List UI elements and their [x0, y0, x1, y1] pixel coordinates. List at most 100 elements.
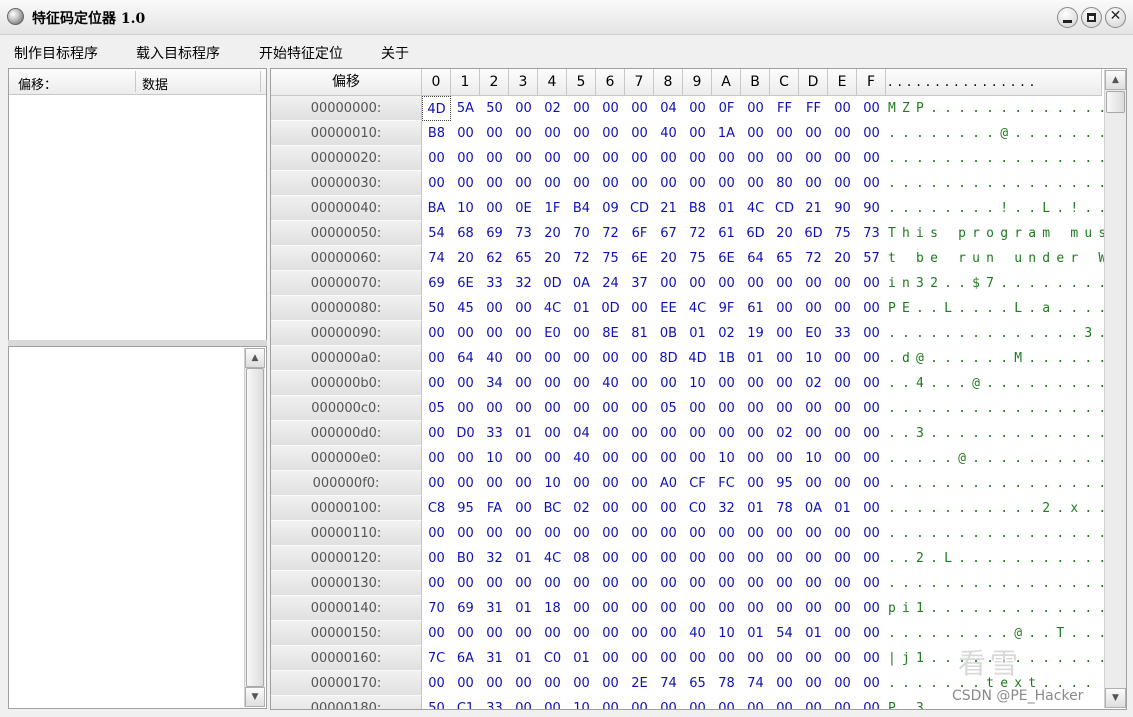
- hex-byte[interactable]: 00: [770, 446, 799, 471]
- hex-byte[interactable]: 00: [799, 471, 828, 496]
- hex-byte[interactable]: 00: [683, 96, 712, 121]
- hex-byte[interactable]: 1B: [712, 346, 741, 371]
- hex-byte[interactable]: 32: [509, 271, 538, 296]
- ascii-text[interactable]: .d@......M......: [888, 346, 1112, 371]
- hex-byte[interactable]: 00: [828, 296, 857, 321]
- hex-byte[interactable]: 00: [741, 146, 770, 171]
- hex-byte[interactable]: 00: [857, 671, 886, 696]
- hex-byte[interactable]: 00: [712, 146, 741, 171]
- hex-byte[interactable]: 00: [480, 321, 509, 346]
- hex-byte[interactable]: 00: [799, 596, 828, 621]
- hex-byte[interactable]: 00: [799, 646, 828, 671]
- hex-byte[interactable]: 00: [770, 346, 799, 371]
- hex-byte[interactable]: 00: [828, 521, 857, 546]
- hex-byte[interactable]: 33: [828, 321, 857, 346]
- hex-byte[interactable]: 8E: [596, 321, 625, 346]
- hex-byte[interactable]: 00: [683, 571, 712, 596]
- log-text-area[interactable]: ▲ ▼: [8, 346, 267, 709]
- hex-byte[interactable]: 61: [712, 221, 741, 246]
- hex-byte[interactable]: FF: [799, 96, 828, 121]
- hex-byte[interactable]: 78: [712, 671, 741, 696]
- hex-byte[interactable]: BC: [538, 496, 567, 521]
- hex-byte[interactable]: 6E: [712, 246, 741, 271]
- hex-byte[interactable]: 0F: [712, 96, 741, 121]
- hex-byte[interactable]: 57: [857, 246, 886, 271]
- hex-byte[interactable]: 00: [567, 121, 596, 146]
- hex-byte[interactable]: 01: [712, 196, 741, 221]
- hex-byte[interactable]: 0D: [538, 271, 567, 296]
- ascii-text[interactable]: MZP.............: [888, 96, 1112, 121]
- hex-byte[interactable]: 00: [596, 546, 625, 571]
- hex-byte[interactable]: 4C: [538, 546, 567, 571]
- hex-byte[interactable]: 0A: [799, 496, 828, 521]
- hex-byte[interactable]: 00: [828, 171, 857, 196]
- hex-byte[interactable]: 00: [625, 121, 654, 146]
- hex-byte[interactable]: 75: [596, 246, 625, 271]
- hex-byte[interactable]: 64: [741, 246, 770, 271]
- hex-byte[interactable]: 00: [857, 646, 886, 671]
- hex-byte[interactable]: 40: [567, 446, 596, 471]
- hex-byte[interactable]: 00: [799, 671, 828, 696]
- hex-byte[interactable]: 00: [683, 546, 712, 571]
- hex-byte[interactable]: 01: [509, 646, 538, 671]
- hex-byte[interactable]: 00: [828, 696, 857, 709]
- hex-byte[interactable]: 04: [654, 96, 683, 121]
- hex-byte[interactable]: 00: [828, 146, 857, 171]
- hex-byte[interactable]: 00: [741, 396, 770, 421]
- hex-byte[interactable]: 00: [770, 571, 799, 596]
- hex-byte[interactable]: 00: [712, 396, 741, 421]
- hex-byte[interactable]: 01: [567, 646, 596, 671]
- ascii-text[interactable]: ................: [888, 396, 1112, 421]
- hex-byte[interactable]: 40: [683, 621, 712, 646]
- hex-byte[interactable]: 00: [799, 271, 828, 296]
- hex-byte[interactable]: 95: [451, 496, 480, 521]
- hex-byte[interactable]: 00: [625, 421, 654, 446]
- hex-byte[interactable]: 00: [712, 596, 741, 621]
- hex-byte[interactable]: 7C: [422, 646, 451, 671]
- hex-byte[interactable]: 00: [451, 521, 480, 546]
- hex-byte[interactable]: 00: [828, 646, 857, 671]
- hex-byte[interactable]: 00: [741, 371, 770, 396]
- hex-byte[interactable]: 00: [654, 446, 683, 471]
- hex-byte[interactable]: 00: [538, 421, 567, 446]
- hex-byte[interactable]: 00: [770, 321, 799, 346]
- hex-byte[interactable]: 00: [625, 471, 654, 496]
- hex-byte[interactable]: 40: [480, 346, 509, 371]
- hex-byte[interactable]: 75: [828, 221, 857, 246]
- hex-byte[interactable]: 00: [828, 446, 857, 471]
- hex-byte[interactable]: 10: [480, 446, 509, 471]
- hex-byte[interactable]: 67: [654, 221, 683, 246]
- hex-byte[interactable]: 00: [480, 396, 509, 421]
- hex-byte[interactable]: 10: [451, 196, 480, 221]
- hex-byte[interactable]: 00: [828, 271, 857, 296]
- hex-byte[interactable]: 00: [828, 471, 857, 496]
- hex-byte[interactable]: 00: [712, 271, 741, 296]
- hex-byte[interactable]: 65: [509, 246, 538, 271]
- hex-byte[interactable]: CD: [770, 196, 799, 221]
- hex-byte[interactable]: 00: [567, 96, 596, 121]
- hex-byte[interactable]: 00: [857, 96, 886, 121]
- hex-byte[interactable]: 00: [567, 621, 596, 646]
- hex-byte[interactable]: 00: [799, 146, 828, 171]
- hex-byte[interactable]: 73: [509, 221, 538, 246]
- hex-byte[interactable]: 00: [683, 121, 712, 146]
- hex-byte[interactable]: 00: [509, 121, 538, 146]
- hex-byte[interactable]: 32: [712, 496, 741, 521]
- hex-byte[interactable]: 00: [509, 321, 538, 346]
- hex-byte[interactable]: 00: [741, 171, 770, 196]
- hex-byte[interactable]: 9F: [712, 296, 741, 321]
- hex-byte[interactable]: 00: [857, 296, 886, 321]
- hex-byte[interactable]: 00: [567, 371, 596, 396]
- hex-byte[interactable]: 00: [538, 621, 567, 646]
- hex-byte[interactable]: 00: [770, 596, 799, 621]
- hex-byte[interactable]: 00: [625, 446, 654, 471]
- ascii-text[interactable]: ...........2.x..: [888, 496, 1112, 521]
- hex-byte[interactable]: 00: [509, 296, 538, 321]
- hex-byte[interactable]: 0B: [654, 321, 683, 346]
- hex-byte[interactable]: 00: [480, 296, 509, 321]
- ascii-text[interactable]: ................: [888, 171, 1112, 196]
- hex-byte[interactable]: 10: [799, 346, 828, 371]
- hex-byte[interactable]: 69: [422, 271, 451, 296]
- hex-byte[interactable]: 00: [770, 371, 799, 396]
- hex-byte[interactable]: 09: [596, 196, 625, 221]
